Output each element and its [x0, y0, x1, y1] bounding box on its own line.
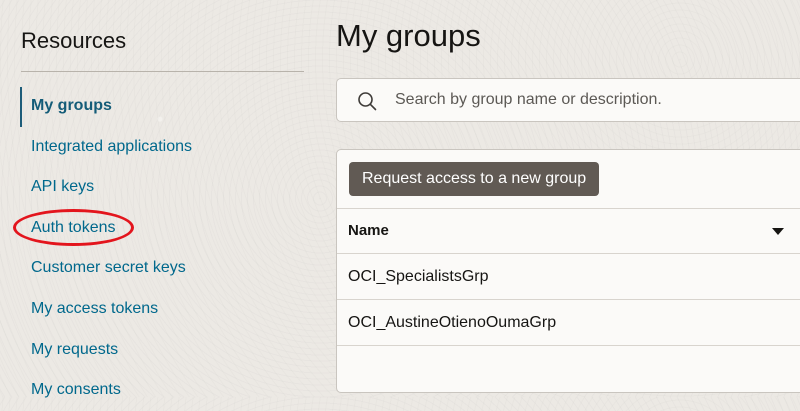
- sidebar-title: Resources: [21, 28, 127, 53]
- groups-table-panel: Request access to a new group Name OCI_S…: [336, 149, 800, 393]
- resources-sidebar: Resources My groups Integrated applicati…: [0, 0, 320, 398]
- group-name-cell: OCI_AustineOtienoOumaGrp: [348, 314, 557, 331]
- search-icon: [358, 92, 377, 111]
- sidebar-item-my-requests[interactable]: My requests: [0, 330, 192, 371]
- table-row[interactable]: OCI_SpecialistsGrp: [337, 254, 800, 300]
- sidebar-item-auth-tokens[interactable]: Auth tokens: [0, 208, 192, 249]
- sidebar-item-my-consents[interactable]: My consents: [0, 370, 192, 411]
- sidebar-item-my-groups[interactable]: My groups: [0, 86, 192, 127]
- table-header: Name: [337, 208, 800, 254]
- group-name-cell: OCI_SpecialistsGrp: [348, 268, 489, 285]
- sidebar-item-integrated-applications[interactable]: Integrated applications: [0, 127, 192, 168]
- group-search-box[interactable]: [336, 78, 800, 122]
- table-row[interactable]: OCI_AustineOtienoOumaGrp: [337, 300, 800, 346]
- sidebar-divider: [21, 71, 304, 72]
- sidebar-item-customer-secret-keys[interactable]: Customer secret keys: [0, 248, 192, 289]
- page-title: My groups: [336, 18, 481, 53]
- chevron-down-icon[interactable]: [771, 225, 785, 237]
- column-header-name[interactable]: Name: [348, 209, 389, 253]
- request-access-button[interactable]: Request access to a new group: [349, 162, 600, 196]
- resources-nav: My groups Integrated applications API ke…: [0, 86, 192, 411]
- sidebar-item-my-access-tokens[interactable]: My access tokens: [0, 289, 192, 330]
- group-search-input[interactable]: [395, 79, 795, 121]
- sidebar-item-api-keys[interactable]: API keys: [0, 167, 192, 208]
